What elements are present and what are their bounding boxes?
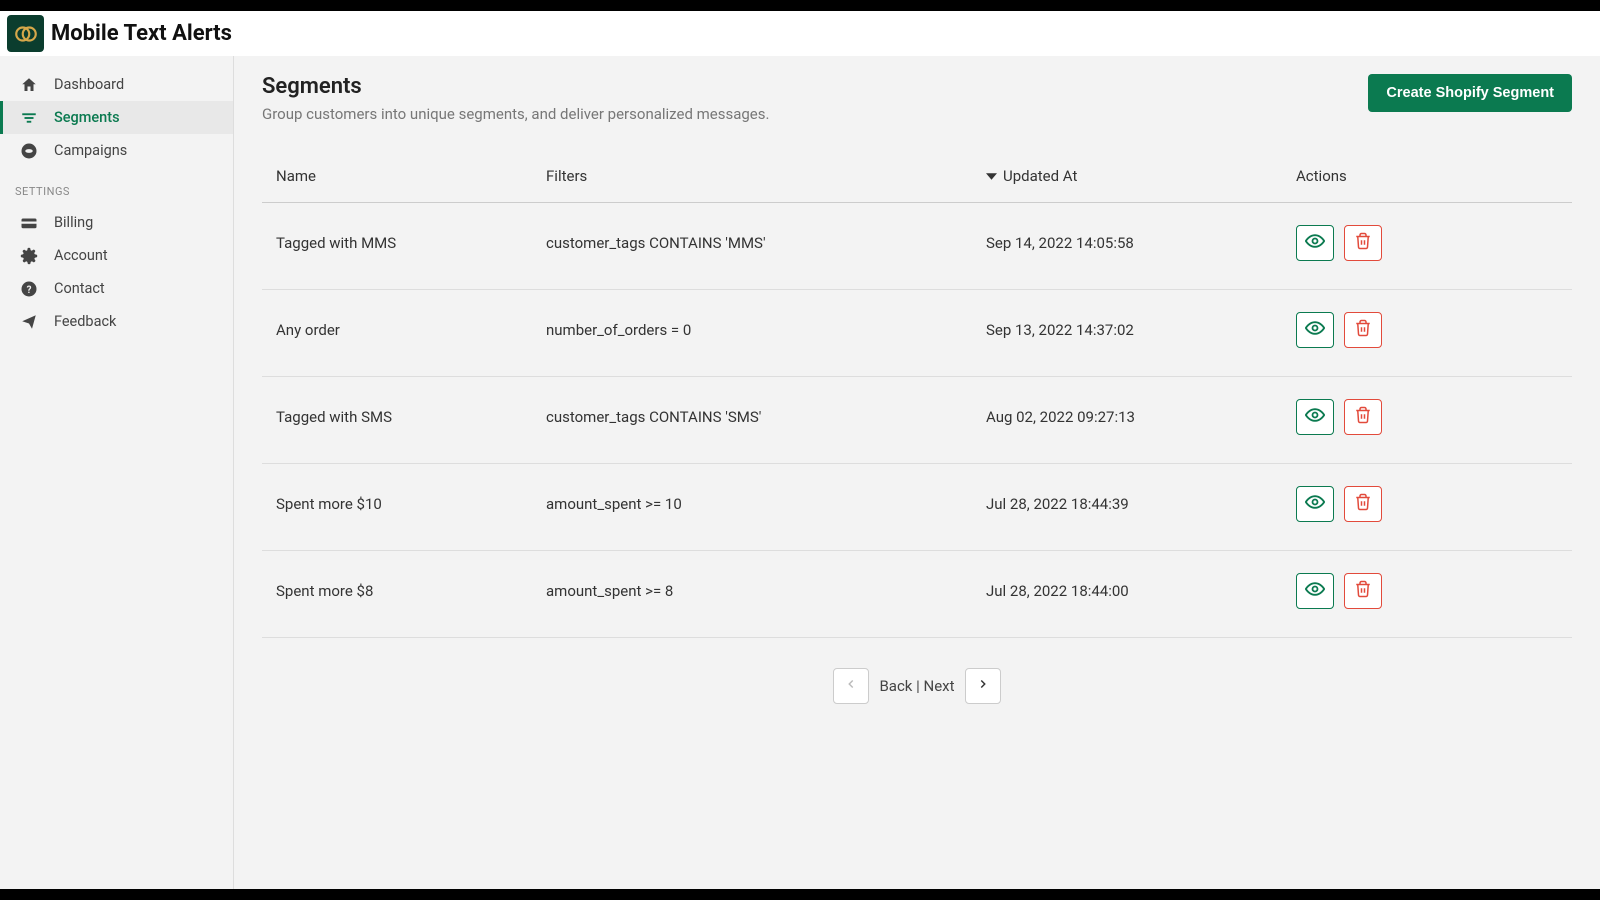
table-header-filters[interactable]: Filters — [532, 151, 972, 202]
pagination-back-button[interactable] — [833, 668, 869, 704]
sidebar-item-label: Segments — [54, 109, 120, 126]
sidebar-item-label: Dashboard — [54, 76, 124, 93]
chevron-right-icon — [976, 676, 990, 695]
sidebar-item-label: Billing — [54, 214, 93, 231]
cell-updated: Aug 02, 2022 09:27:13 — [972, 376, 1282, 463]
delete-button[interactable] — [1344, 312, 1382, 348]
table-row: Spent more $8 amount_spent >= 8 Jul 28, … — [262, 550, 1572, 637]
sidebar-item-campaigns[interactable]: Campaigns — [0, 134, 233, 167]
table-row: Spent more $10 amount_spent >= 10 Jul 28… — [262, 463, 1572, 550]
view-button[interactable] — [1296, 486, 1334, 522]
delete-button[interactable] — [1344, 399, 1382, 435]
cell-name: Tagged with SMS — [262, 376, 532, 463]
cell-name: Spent more $8 — [262, 550, 532, 637]
trash-icon — [1354, 493, 1372, 515]
cell-actions — [1282, 202, 1572, 289]
sidebar-item-label: Feedback — [54, 313, 116, 330]
sidebar-item-billing[interactable]: Billing — [0, 206, 233, 239]
trash-icon — [1354, 319, 1372, 341]
sidebar-item-label: Campaigns — [54, 142, 127, 159]
contact-icon: ? — [18, 278, 40, 300]
delete-button[interactable] — [1344, 486, 1382, 522]
eye-icon — [1305, 231, 1325, 255]
sidebar-item-label: Account — [54, 247, 108, 264]
cell-actions — [1282, 376, 1572, 463]
cell-filters: customer_tags CONTAINS 'MMS' — [532, 202, 972, 289]
campaigns-icon — [18, 140, 40, 162]
home-icon — [18, 74, 40, 96]
letterbox-top — [0, 0, 1600, 11]
eye-icon — [1305, 492, 1325, 516]
delete-button[interactable] — [1344, 225, 1382, 261]
sidebar-item-feedback[interactable]: Feedback — [0, 305, 233, 338]
view-button[interactable] — [1296, 573, 1334, 609]
cell-updated: Sep 13, 2022 14:37:02 — [972, 289, 1282, 376]
billing-icon — [18, 212, 40, 234]
table-row: Tagged with MMS customer_tags CONTAINS '… — [262, 202, 1572, 289]
page-subtitle: Group customers into unique segments, an… — [262, 105, 769, 123]
trash-icon — [1354, 406, 1372, 428]
top-bar: Mobile Text Alerts — [0, 11, 1600, 56]
cell-updated: Jul 28, 2022 18:44:39 — [972, 463, 1282, 550]
cell-filters: number_of_orders = 0 — [532, 289, 972, 376]
eye-icon — [1305, 405, 1325, 429]
main-content: Segments Group customers into unique seg… — [234, 56, 1600, 889]
trash-icon — [1354, 232, 1372, 254]
sidebar-item-account[interactable]: Account — [0, 239, 233, 272]
delete-button[interactable] — [1344, 573, 1382, 609]
cell-actions — [1282, 289, 1572, 376]
sidebar-item-dashboard[interactable]: Dashboard — [0, 68, 233, 101]
pagination-next-button[interactable] — [965, 668, 1001, 704]
account-icon — [18, 245, 40, 267]
segments-icon — [18, 107, 40, 129]
table-header-name[interactable]: Name — [262, 151, 532, 202]
cell-updated: Jul 28, 2022 18:44:00 — [972, 550, 1282, 637]
pagination: Back | Next — [262, 668, 1572, 704]
sidebar-item-label: Contact — [54, 280, 105, 297]
cell-actions — [1282, 463, 1572, 550]
cell-name: Tagged with MMS — [262, 202, 532, 289]
sidebar-item-contact[interactable]: ? Contact — [0, 272, 233, 305]
cell-filters: amount_spent >= 10 — [532, 463, 972, 550]
table-header-actions: Actions — [1282, 151, 1572, 202]
letterbox-bottom — [0, 889, 1600, 900]
brand-name: Mobile Text Alerts — [51, 21, 232, 46]
brand-logo — [7, 15, 44, 52]
segments-table: Name Filters Updated At Actions Tagged w… — [262, 151, 1572, 638]
svg-text:?: ? — [27, 284, 32, 295]
table-header-updated[interactable]: Updated At — [972, 151, 1282, 202]
eye-icon — [1305, 318, 1325, 342]
cell-filters: customer_tags CONTAINS 'SMS' — [532, 376, 972, 463]
view-button[interactable] — [1296, 225, 1334, 261]
create-segment-button[interactable]: Create Shopify Segment — [1368, 74, 1572, 112]
view-button[interactable] — [1296, 312, 1334, 348]
table-row: Tagged with SMS customer_tags CONTAINS '… — [262, 376, 1572, 463]
eye-icon — [1305, 579, 1325, 603]
table-row: Any order number_of_orders = 0 Sep 13, 2… — [262, 289, 1572, 376]
cell-name: Any order — [262, 289, 532, 376]
sidebar: Dashboard Segments Campaigns SETTINGS Bi… — [0, 56, 234, 889]
cell-name: Spent more $10 — [262, 463, 532, 550]
page-header: Segments Group customers into unique seg… — [262, 74, 1572, 123]
cell-updated: Sep 14, 2022 14:05:58 — [972, 202, 1282, 289]
caret-down-icon — [986, 171, 997, 182]
view-button[interactable] — [1296, 399, 1334, 435]
pagination-label: Back | Next — [879, 677, 954, 695]
table-header-updated-label: Updated At — [1003, 167, 1077, 185]
page-title: Segments — [262, 74, 769, 99]
trash-icon — [1354, 580, 1372, 602]
chevron-left-icon — [844, 676, 858, 695]
cell-actions — [1282, 550, 1572, 637]
sidebar-section-settings: SETTINGS — [0, 167, 233, 206]
sidebar-item-segments[interactable]: Segments — [0, 101, 233, 134]
cell-filters: amount_spent >= 8 — [532, 550, 972, 637]
feedback-icon — [18, 311, 40, 333]
